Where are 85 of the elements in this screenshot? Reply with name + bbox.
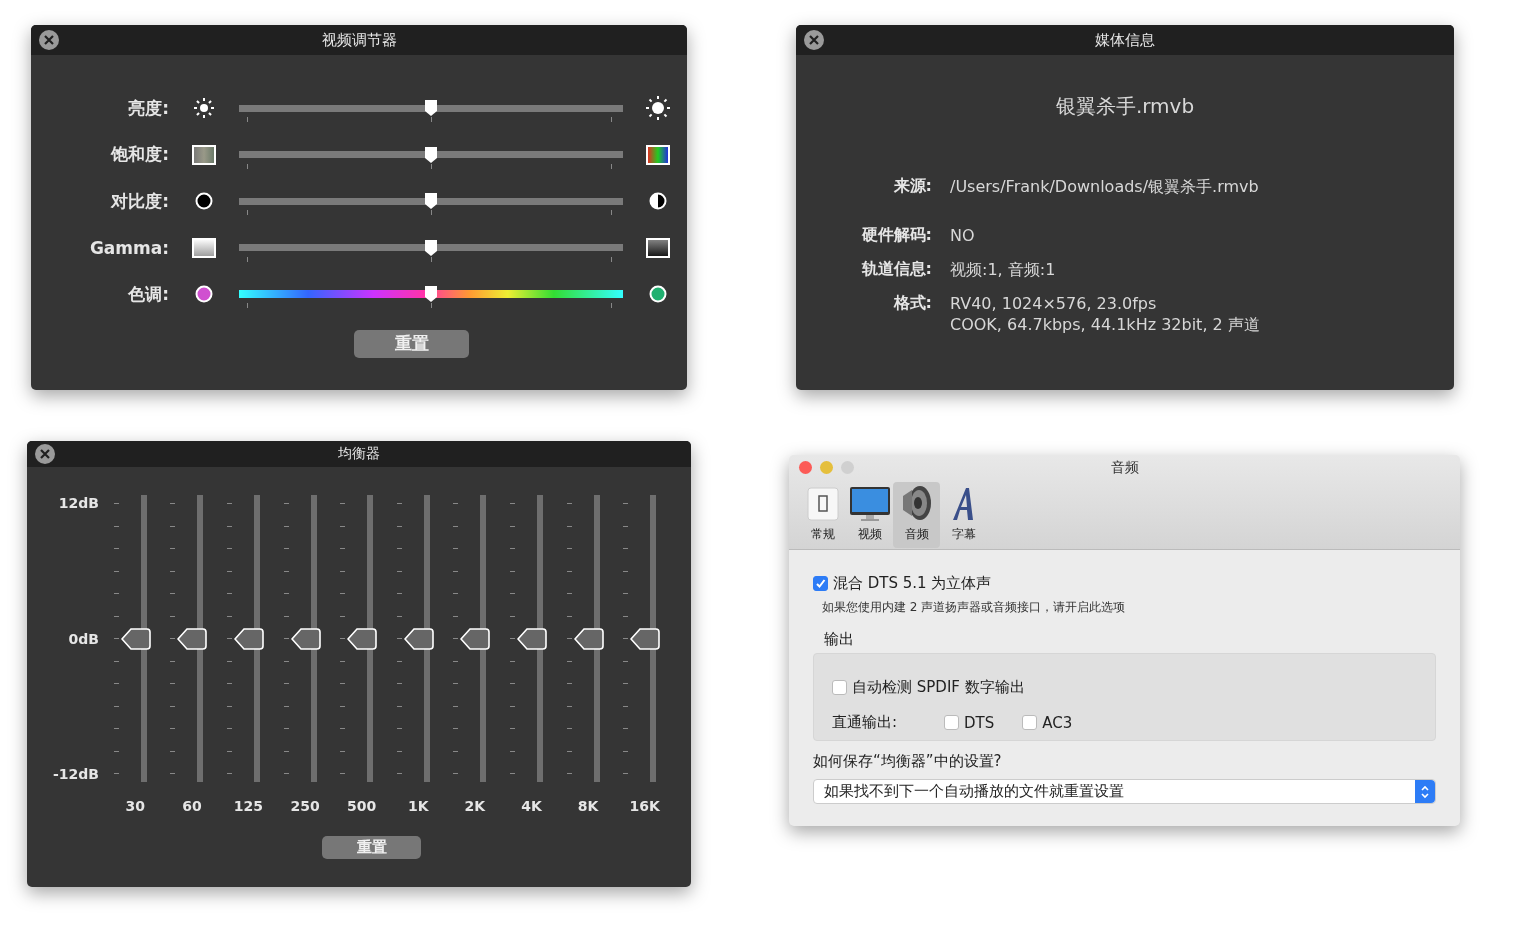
frequency-label: 4K bbox=[521, 798, 542, 814]
slider-label: Gamma: bbox=[88, 237, 169, 258]
close-icon bbox=[809, 35, 819, 45]
info-value: RV40, 1024×576, 23.0fps bbox=[950, 293, 1158, 314]
striped-square-icon bbox=[646, 144, 670, 165]
frequency-label: 250 bbox=[290, 798, 320, 814]
toolbar-tab[interactable]: 音频 bbox=[893, 482, 940, 548]
frequency-label: 16K bbox=[629, 798, 660, 814]
question-text: 如何保存“均衡器”中的设置? bbox=[813, 752, 1003, 771]
slider-label: 对比度: bbox=[109, 189, 169, 213]
file-name: 银翼杀手.rmvb bbox=[1054, 93, 1196, 120]
window-title: 均衡器 bbox=[338, 445, 380, 463]
frequency-label: 8K bbox=[577, 798, 599, 814]
square-icon bbox=[192, 144, 216, 165]
slider-thumb[interactable] bbox=[120, 627, 151, 650]
field-label: 直通输出: bbox=[832, 713, 899, 732]
checkbox-label: DTS bbox=[964, 713, 995, 732]
close-icon bbox=[40, 449, 50, 459]
close-icon bbox=[44, 35, 54, 45]
frequency-label: 500 bbox=[347, 798, 377, 814]
toolbar-tab[interactable]: 常规 bbox=[799, 482, 846, 548]
slider-thumb[interactable] bbox=[423, 99, 439, 118]
reset-button[interactable]: 重置 bbox=[322, 836, 421, 859]
close-button[interactable] bbox=[799, 461, 812, 474]
slider-thumb[interactable] bbox=[423, 238, 439, 257]
frequency-label: 2K bbox=[464, 798, 486, 814]
info-value: /Users/Frank/Downloads/银翼杀手.rmvb bbox=[950, 176, 1260, 197]
info-label: 轨道信息: bbox=[860, 259, 932, 280]
dropdown[interactable]: 如果找不到下一个自动播放的文件就重置设置 bbox=[813, 779, 1436, 804]
checkbox[interactable] bbox=[1022, 715, 1038, 730]
slider-thumb[interactable] bbox=[516, 627, 547, 650]
slider-thumb[interactable] bbox=[177, 627, 208, 650]
switch-icon bbox=[805, 486, 840, 522]
frequency-label: 30 bbox=[125, 798, 146, 814]
section-title: 输出 bbox=[824, 630, 855, 649]
slider-thumb[interactable] bbox=[403, 627, 434, 650]
info-label: 格式: bbox=[892, 293, 932, 314]
slider-thumb[interactable] bbox=[573, 627, 604, 650]
slider-thumb[interactable] bbox=[347, 627, 378, 650]
gradient-square-icon bbox=[192, 237, 216, 258]
scale-label: -12dB bbox=[53, 766, 99, 782]
close-button[interactable] bbox=[804, 30, 824, 50]
checkbox[interactable] bbox=[832, 680, 847, 695]
scale-label: 0dB bbox=[68, 630, 99, 647]
checkbox[interactable] bbox=[944, 715, 959, 730]
info-label: 来源: bbox=[892, 176, 932, 197]
slider-thumb[interactable] bbox=[630, 627, 661, 650]
frequency-label: 1K bbox=[407, 798, 429, 814]
scale-label: 12dB bbox=[58, 495, 99, 511]
window-title: 音频 bbox=[1110, 459, 1139, 477]
slider-label: 色调: bbox=[127, 282, 169, 306]
slider-thumb[interactable] bbox=[423, 285, 439, 304]
circle-icon bbox=[195, 285, 213, 304]
checkbox-label: 自动检测 SPDIF 数字输出 bbox=[852, 678, 1025, 697]
circle-icon bbox=[195, 192, 213, 211]
slider-label: 亮度: bbox=[127, 96, 169, 120]
half-circle-icon bbox=[649, 192, 667, 211]
checkbox-label: 混合 DTS 5.1 为立体声 bbox=[833, 574, 992, 593]
slider-thumb[interactable] bbox=[423, 145, 439, 164]
stepper-icon bbox=[1415, 780, 1435, 803]
info-label: 硬件解码: bbox=[860, 225, 932, 246]
slider-thumb[interactable] bbox=[460, 627, 491, 650]
slider-thumb[interactable] bbox=[290, 627, 321, 650]
circle-icon bbox=[649, 285, 667, 304]
window-title: 媒体信息 bbox=[1095, 30, 1155, 50]
toolbar-tab[interactable]: 视频 bbox=[846, 482, 893, 548]
slider-label: 饱和度: bbox=[109, 143, 169, 167]
info-value: NO bbox=[950, 225, 976, 246]
reset-button[interactable]: 重置 bbox=[354, 329, 469, 358]
close-button[interactable] bbox=[35, 444, 55, 464]
window-title: 视频调节器 bbox=[321, 30, 397, 50]
monitor-icon bbox=[848, 486, 891, 522]
slider-thumb[interactable] bbox=[234, 627, 264, 650]
info-value: 视频:1, 音频:1 bbox=[950, 259, 1057, 280]
toolbar-tab[interactable]: 字幕 bbox=[940, 482, 987, 548]
checkbox-label: AC3 bbox=[1042, 713, 1073, 732]
hint-text: 如果您使用内建 2 声道扬声器或音频接口，请开启此选项 bbox=[822, 599, 1127, 616]
close-button[interactable] bbox=[39, 30, 59, 50]
shaded-square-icon bbox=[646, 237, 670, 258]
checkbox[interactable] bbox=[813, 576, 828, 591]
sun-icon bbox=[645, 95, 671, 122]
frequency-label: 125 bbox=[233, 798, 264, 814]
info-value: COOK, 64.7kbps, 44.1kHz 32bit, 2 声道 bbox=[950, 314, 1261, 335]
slider-thumb[interactable] bbox=[423, 192, 439, 211]
frequency-label: 60 bbox=[182, 798, 202, 814]
